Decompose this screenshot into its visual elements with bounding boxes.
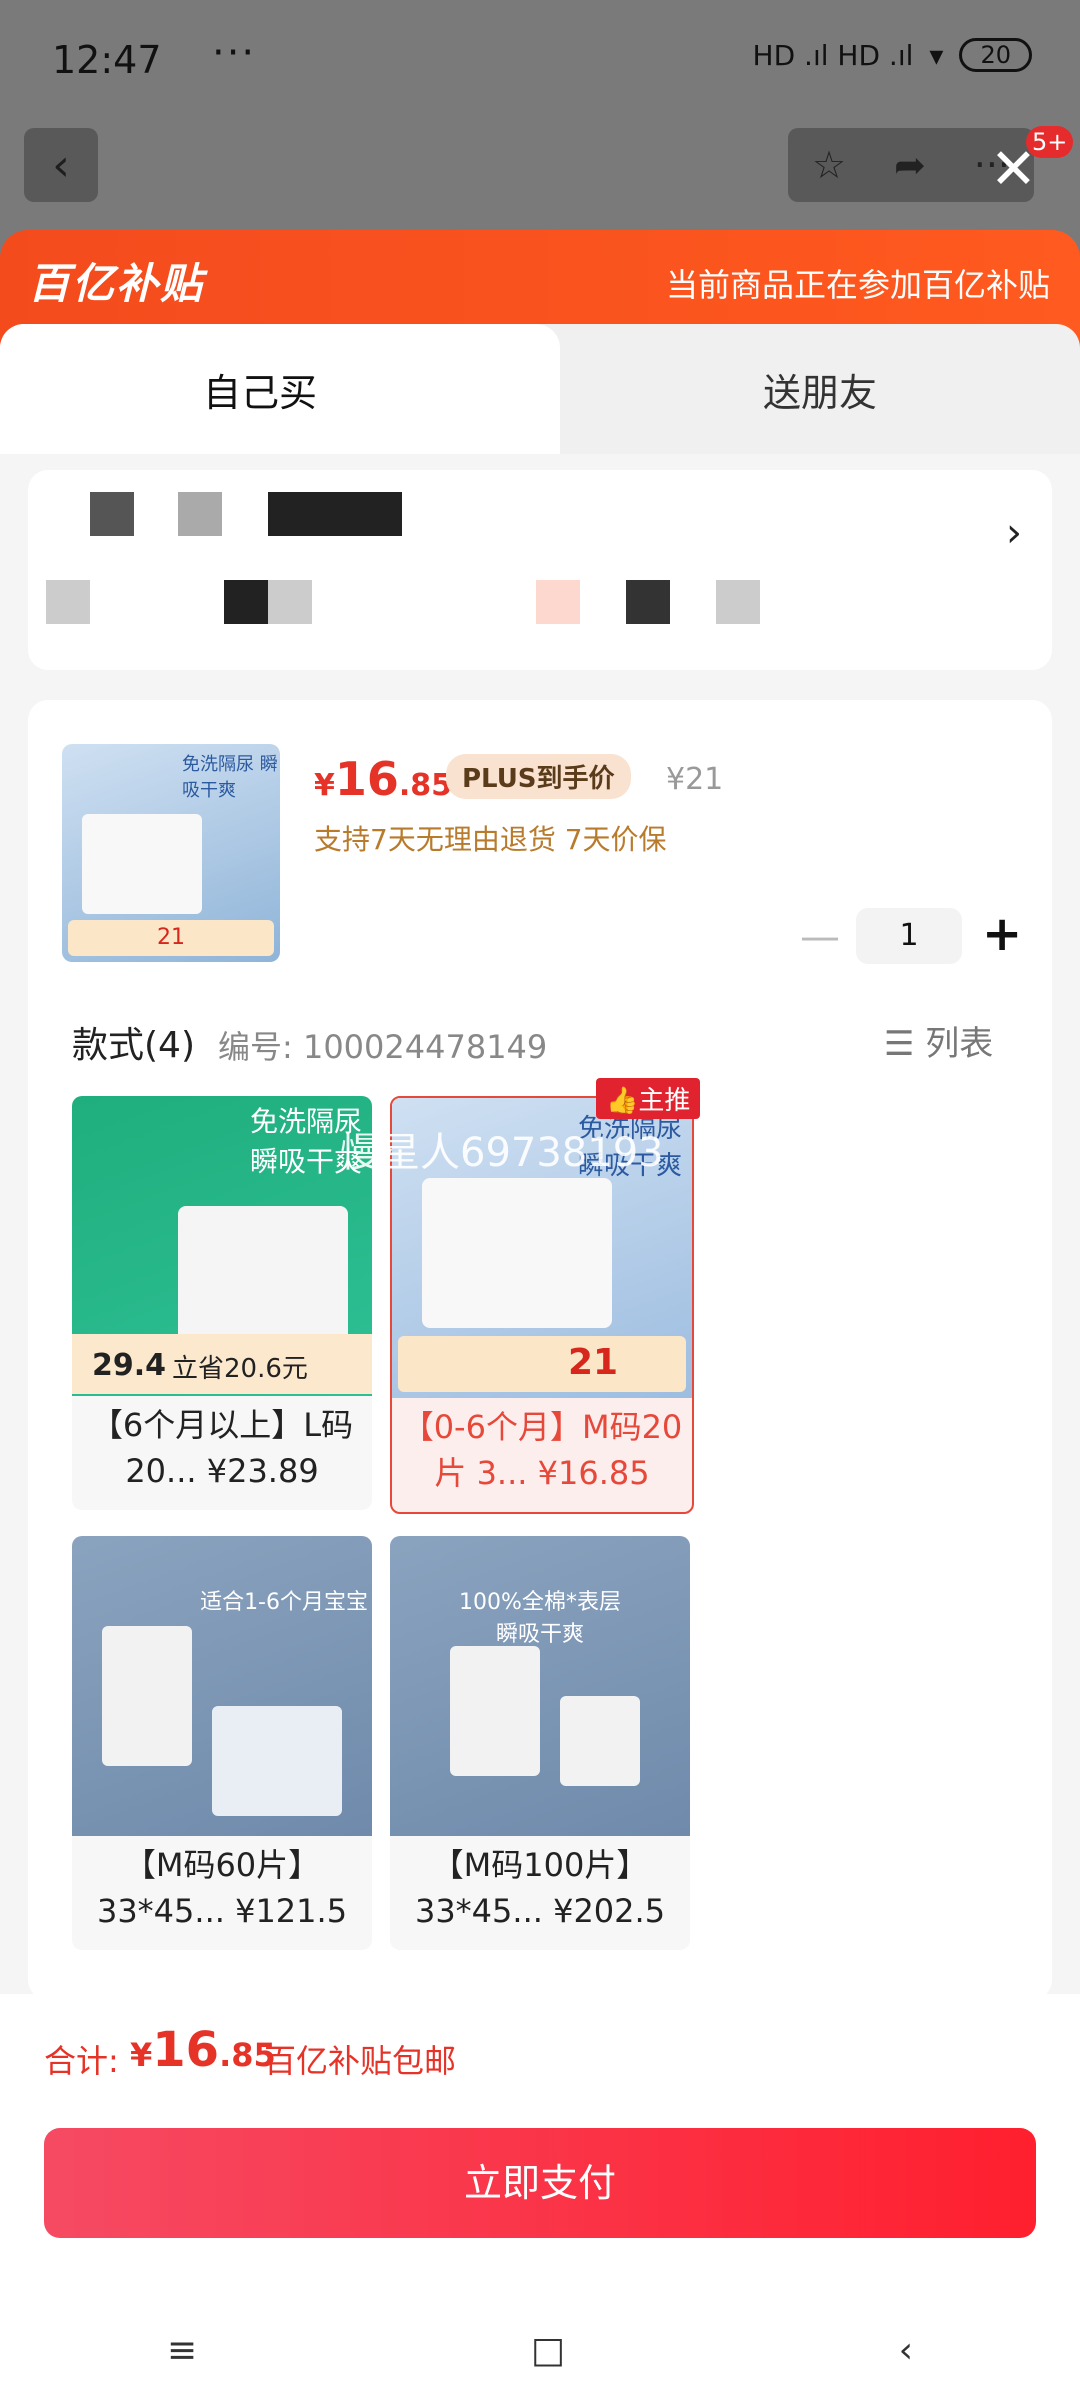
signal-icon: HD .ıl HD .ıl — [752, 38, 914, 72]
tab-self-buy[interactable]: 自己买 — [0, 324, 560, 454]
style-image: 免洗隔尿 瞬吸干爽 29.4 立省20.6元 — [72, 1096, 372, 1396]
price-decimal: .85 — [398, 768, 453, 803]
diaper-pack-image — [450, 1646, 540, 1776]
style-label: 【M码60片】33*45... ¥121.5 — [96, 1846, 348, 1930]
total-integer: 16 — [152, 2022, 220, 2078]
diaper-pack-image — [178, 1206, 348, 1346]
price-integer: 16 — [334, 752, 399, 806]
share-icon[interactable]: ➦ — [894, 143, 926, 187]
close-icon[interactable]: ✕ — [990, 142, 1037, 198]
product-thumbnail[interactable]: 免洗隔尿 瞬吸干爽 21 — [62, 744, 280, 962]
currency-symbol: ¥ — [130, 2036, 153, 2074]
redacted-block — [224, 580, 268, 624]
tab-gift-friend[interactable]: 送朋友 — [560, 324, 1080, 454]
status-right: HD .ıl HD .ıl ▾ 20 — [753, 38, 1032, 72]
total-label: 合计: — [44, 2042, 119, 2080]
quantity-field[interactable]: 1 — [856, 908, 962, 964]
style-image: 100%全棉*表层 瞬吸干爽 — [390, 1536, 690, 1836]
system-nav-bar: ≡ □ ‹ — [0, 2300, 1080, 2400]
badge-label: 主推 — [638, 1086, 691, 1116]
list-view-label: 列表 — [925, 1024, 994, 1064]
star-icon[interactable]: ☆ — [812, 143, 846, 187]
list-icon: ☰ — [884, 1024, 926, 1064]
promo-text: 立省20.6元 — [172, 1354, 308, 1384]
redacted-block — [626, 580, 670, 624]
decrease-quantity-button[interactable]: — — [800, 914, 840, 960]
diaper-pack-image — [102, 1626, 192, 1766]
style-option[interactable]: 适合1-6个月宝宝 【M码60片】33*45... ¥121.5 — [72, 1536, 372, 1950]
promo-price: 29.4 — [92, 1348, 167, 1383]
redacted-block — [268, 580, 312, 624]
style-image-caption: 适合1-6个月宝宝 — [200, 1590, 368, 1615]
redacted-block — [90, 492, 134, 536]
status-time: 12:47 — [52, 38, 162, 82]
redacted-block — [178, 492, 222, 536]
promo-price: 21 — [568, 1342, 619, 1383]
redacted-block — [536, 580, 580, 624]
chevron-right-icon: › — [1006, 510, 1022, 556]
tab-label: 送朋友 — [762, 371, 877, 415]
style-option[interactable]: 免洗隔尿 瞬吸干爽 29.4 立省20.6元 【6个月以上】L码20... ¥2… — [72, 1096, 372, 1510]
diaper-pack-image — [82, 814, 202, 914]
product-code: 编号: 100024478149 — [218, 1028, 548, 1066]
address-card[interactable]: › — [28, 470, 1052, 670]
style-label: 【M码100片】33*45... ¥202.5 — [414, 1846, 666, 1930]
pay-now-button[interactable]: 立即支付 — [44, 2128, 1036, 2238]
menu-icon[interactable]: ≡ — [167, 2330, 197, 2371]
product-price: ¥16.85 — [314, 752, 452, 806]
status-bar: 12:47 ··· HD .ıl HD .ıl ▾ 20 — [0, 0, 1080, 120]
original-price: ¥21 — [666, 762, 724, 797]
diaper-stack-image — [212, 1706, 342, 1816]
total-amount: ¥16.85 — [130, 2022, 276, 2078]
currency-symbol: ¥ — [314, 768, 335, 803]
tab-label: 自己买 — [202, 371, 317, 415]
recommended-badge: 👍主推 — [596, 1078, 701, 1119]
watermark: 慢星人69738193 — [340, 1130, 664, 1176]
thumbnail-caption: 免洗隔尿 瞬吸干爽 — [182, 754, 278, 801]
redacted-block — [716, 580, 760, 624]
style-label: 【0-6个月】M码20片 3... ¥16.85 — [401, 1408, 683, 1492]
service-guarantee: 支持7天无理由退货 7天价保 — [314, 823, 667, 856]
style-image-caption: 100%全棉*表层 瞬吸干爽 — [459, 1590, 621, 1647]
list-view-toggle[interactable]: ☰ 列表 — [884, 1016, 993, 1065]
diaper-pack-image — [422, 1178, 612, 1328]
thumbs-up-icon: 👍 — [606, 1086, 639, 1116]
plus-price-tag: PLUS到手价 — [446, 754, 631, 799]
promo-strip: 21 — [398, 1336, 686, 1392]
style-option[interactable]: 100%全棉*表层 瞬吸干爽 【M码100片】33*45... ¥202.5 — [390, 1536, 690, 1950]
redacted-block — [46, 580, 90, 624]
redacted-block — [268, 492, 402, 536]
total-bar: 合计: ¥16.85 百亿补贴包邮 — [0, 1994, 1080, 2114]
back-button[interactable]: ‹ — [24, 128, 98, 202]
style-label: 【6个月以上】L码20... ¥23.89 — [90, 1406, 354, 1490]
increase-quantity-button[interactable]: + — [982, 906, 1022, 962]
shipping-note: 百亿补贴包邮 — [264, 2042, 457, 2080]
battery-indicator: 20 — [959, 38, 1032, 72]
thumbnail-price: 21 — [68, 920, 274, 956]
promo-strip: 29.4 立省20.6元 — [72, 1334, 372, 1394]
subsidy-logo: 百亿补贴 — [28, 259, 205, 308]
diaper-pack-image — [560, 1696, 640, 1786]
style-section-title: 款式(4) — [72, 1025, 195, 1066]
subsidy-note: 当前商品正在参加百亿补贴 — [665, 266, 1050, 304]
chevron-left-icon: ‹ — [52, 139, 70, 191]
home-icon[interactable]: □ — [531, 2330, 565, 2371]
style-image: 适合1-6个月宝宝 — [72, 1536, 372, 1836]
wifi-icon: ▾ — [929, 38, 944, 72]
back-icon[interactable]: ‹ — [899, 2330, 913, 2371]
status-more-icon: ··· — [212, 30, 257, 76]
